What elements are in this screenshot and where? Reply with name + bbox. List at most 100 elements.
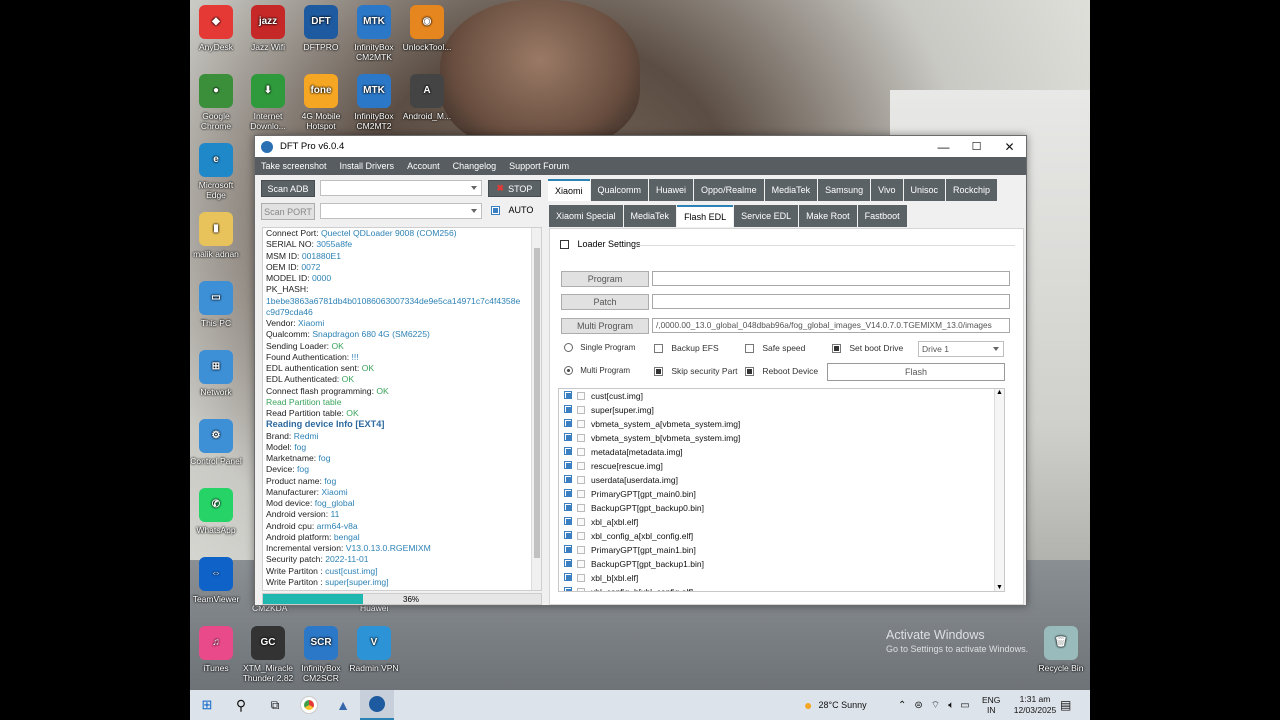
log-scrollbar[interactable] <box>531 228 541 590</box>
safe-speed-checkbox[interactable] <box>745 344 754 354</box>
loader-settings-checkbox[interactable] <box>560 240 569 250</box>
scroll-up-icon[interactable]: ▲ <box>996 389 1003 396</box>
subtab-fastboot[interactable]: Fastboot <box>857 205 907 227</box>
partition-checkbox[interactable] <box>564 503 572 511</box>
chevron-up-icon[interactable]: ⌃ <box>898 700 906 711</box>
partition-row[interactable]: userdata[userdata.img] <box>559 473 1004 487</box>
flash-button[interactable]: Flash <box>827 363 1005 381</box>
auto-checkbox[interactable] <box>491 206 500 216</box>
partition-checkbox[interactable] <box>564 405 572 413</box>
partition-checkbox[interactable] <box>564 531 572 539</box>
partition-scrollbar[interactable]: ▲ ▼ <box>994 389 1004 591</box>
desktop-icon[interactable]: V Radmin VPN <box>346 626 402 673</box>
partition-checkbox[interactable] <box>564 433 572 441</box>
car-icon[interactable]: ⊜ <box>914 700 922 711</box>
set-boot-drive-checkbox[interactable] <box>832 344 841 354</box>
backup-efs-checkbox[interactable] <box>654 344 663 354</box>
desktop-icon[interactable]: ⇔ TeamViewer <box>188 557 244 604</box>
subtab-xiaomi-special[interactable]: Xiaomi Special <box>549 205 623 227</box>
skip-security-checkbox[interactable] <box>654 367 663 377</box>
set-boot-drive-option[interactable]: Set boot Drive <box>832 343 903 354</box>
partition-row[interactable]: BackupGPT[gpt_backup0.bin] <box>559 501 1004 515</box>
tab-oppo-realme[interactable]: Oppo/Realme <box>694 179 764 201</box>
desktop-icon[interactable]: e Microsoft Edge <box>188 143 244 200</box>
close-button[interactable]: ✕ <box>993 136 1026 157</box>
desktop-icon[interactable]: ◆ AnyDesk <box>188 5 244 52</box>
clock[interactable]: 1:31 am 12/03/2025 <box>1012 690 1058 720</box>
scan-adb-button[interactable]: Scan ADB <box>261 180 315 197</box>
desktop-icon[interactable]: 🗑 Recycle Bin <box>1033 626 1089 673</box>
stop-button[interactable]: ✖ STOP <box>488 180 541 197</box>
tab-mediatek[interactable]: MediaTek <box>764 179 818 201</box>
partition-checkbox[interactable] <box>564 587 572 591</box>
partition-row[interactable]: vbmeta_system_a[vbmeta_system.img] <box>559 417 1004 431</box>
patch-path-input[interactable] <box>652 294 1010 309</box>
tab-samsung[interactable]: Samsung <box>818 179 871 201</box>
desktop-icon[interactable]: SCR InfinityBox CM2SCR <box>293 626 349 683</box>
desktop-icon[interactable]: ▮ malik adnan <box>188 212 244 259</box>
partition-checkbox[interactable] <box>564 559 572 567</box>
menu-install-drivers[interactable]: Install Drivers <box>340 161 395 171</box>
desktop-icon[interactable]: ♫ iTunes <box>188 626 244 673</box>
partition-checkbox[interactable] <box>564 461 572 469</box>
minimize-button[interactable]: — <box>927 136 960 157</box>
partition-row[interactable]: vbmeta_system_b[vbmeta_system.img] <box>559 431 1004 445</box>
language-indicator[interactable]: ENG IN <box>982 690 1000 720</box>
desktop-icon[interactable]: ◉ UnlockTool... <box>399 5 455 52</box>
scan-port-button[interactable]: Scan PORT <box>261 203 315 220</box>
skip-security-option[interactable]: Skip security Part <box>654 366 738 377</box>
adb-device-select[interactable] <box>320 180 482 196</box>
task-view-button[interactable]: ⧉ <box>258 690 292 720</box>
program-path-input[interactable] <box>652 271 1010 286</box>
desktop-icon[interactable]: jazz Jazz Wifi <box>240 5 296 52</box>
title-bar[interactable]: DFT Pro v6.0.4 — ☐ ✕ <box>255 136 1026 157</box>
log-scrollbar-thumb[interactable] <box>534 248 540 558</box>
desktop-icon[interactable]: MTK InfinityBox CM2MT2 <box>346 74 402 131</box>
partition-checkbox[interactable] <box>564 489 572 497</box>
desktop-icon[interactable]: ▭ This PC <box>188 281 244 328</box>
subtab-mediatek[interactable]: MediaTek <box>623 205 677 227</box>
subtab-flash-edl[interactable]: Flash EDL <box>677 205 734 227</box>
single-program-option[interactable]: Single Program <box>564 343 635 353</box>
partition-row[interactable]: PrimaryGPT[gpt_main0.bin] <box>559 487 1004 501</box>
scroll-down-icon[interactable]: ▼ <box>996 584 1003 591</box>
partition-checkbox[interactable] <box>564 447 572 455</box>
partition-checkbox[interactable] <box>564 517 572 525</box>
partition-row[interactable]: xbl_config_b[xbl_config.elf] <box>559 585 1004 591</box>
desktop-icon[interactable]: DFT DFTPRO <box>293 5 349 52</box>
menu-changelog[interactable]: Changelog <box>453 161 497 171</box>
tab-xiaomi[interactable]: Xiaomi <box>548 179 590 201</box>
menu-support-forum[interactable]: Support Forum <box>509 161 569 171</box>
partition-row[interactable]: BackupGPT[gpt_backup1.bin] <box>559 557 1004 571</box>
taskbar-dft-pro[interactable] <box>360 690 394 720</box>
volume-icon[interactable]: 🔈︎ <box>948 700 954 711</box>
multi-program-path-input[interactable]: /,0000.00_13.0_global_048dbab96a/fog_glo… <box>652 318 1010 333</box>
partition-row[interactable]: xbl_a[xbl.elf] <box>559 515 1004 529</box>
reboot-device-checkbox[interactable] <box>745 367 754 377</box>
multi-program-radio[interactable] <box>564 366 573 376</box>
partition-row[interactable]: PrimaryGPT[gpt_main1.bin] <box>559 543 1004 557</box>
loader-settings[interactable]: Loader Settings <box>560 239 641 250</box>
partition-row[interactable]: rescue[rescue.img] <box>559 459 1004 473</box>
desktop-icon[interactable]: MTK InfinityBox CM2MTK <box>346 5 402 62</box>
search-button[interactable]: ⚲ <box>224 690 258 720</box>
tab-qualcomm[interactable]: Qualcomm <box>590 179 649 201</box>
notification-button[interactable]: ▤ <box>1060 690 1071 720</box>
partition-row[interactable]: xbl_config_a[xbl_config.elf] <box>559 529 1004 543</box>
desktop-icon[interactable]: fone 4G Mobile Hotspot <box>293 74 349 131</box>
taskbar-app[interactable]: ▲ <box>326 690 360 720</box>
partition-row[interactable]: cust[cust.img] <box>559 389 1004 403</box>
desktop-icon[interactable]: A Android_M... <box>399 74 455 121</box>
desktop-icon[interactable]: ⊞ Network <box>188 350 244 397</box>
reboot-device-option[interactable]: Reboot Device <box>745 366 818 377</box>
menu-take-screenshot[interactable]: Take screenshot <box>261 161 327 171</box>
subtab-make-root[interactable]: Make Root <box>799 205 857 227</box>
multi-program-option[interactable]: Multi Program <box>564 366 630 376</box>
tab-huawei[interactable]: Huawei <box>649 179 694 201</box>
battery-icon[interactable]: ▭ <box>960 700 969 711</box>
partition-checkbox[interactable] <box>564 419 572 427</box>
desktop-icon[interactable]: GC XTM_Miracle Thunder 2.82 <box>240 626 296 683</box>
safe-speed-option[interactable]: Safe speed <box>745 343 805 354</box>
partition-checkbox[interactable] <box>564 545 572 553</box>
weather-widget[interactable]: ● 28°C Sunny <box>804 690 867 720</box>
